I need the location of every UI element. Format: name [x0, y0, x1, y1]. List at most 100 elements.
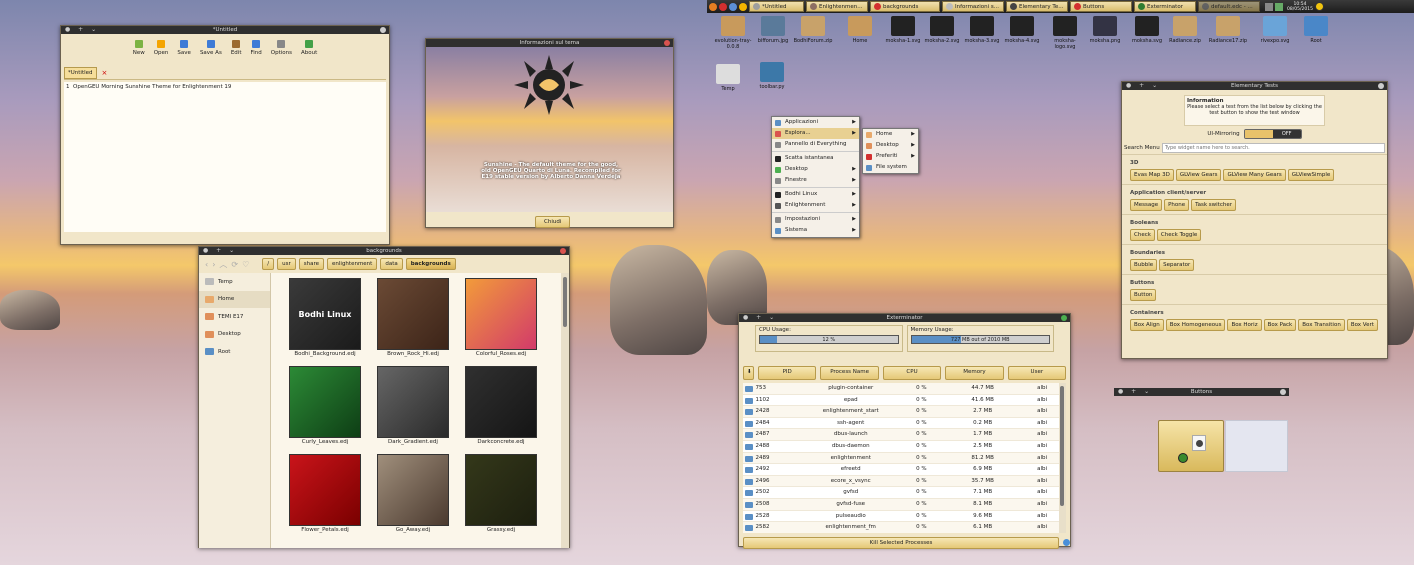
menu-item-sistema[interactable]: Sistema ▶ [772, 225, 859, 236]
submenu-item-preferiti[interactable]: Preferiti ▶ [863, 151, 918, 162]
window-controls[interactable]: ● + ⌄ [743, 314, 777, 322]
browser-icon[interactable] [729, 2, 737, 11]
breadcrumb-usr[interactable]: usr [277, 258, 296, 270]
elementary-titlebar[interactable]: ● + ⌄ Elementary Tests [1122, 82, 1387, 90]
file-manager-titlebar[interactable]: ● + ⌄ backgrounds [199, 247, 569, 255]
process-row[interactable]: 2489 enlightenment 0 % 81.2 MB albi [743, 452, 1059, 465]
close-icon[interactable] [1061, 315, 1067, 321]
desktop-icon[interactable]: Home [840, 16, 880, 44]
toolbar-button-save[interactable]: Save [177, 40, 191, 62]
menu-item-bodhi-linux[interactable]: Bodhi Linux ▶ [772, 189, 859, 200]
desktop-icon[interactable]: moksha-1.svg [883, 16, 923, 44]
toolbar-button-edit[interactable]: Edit [231, 40, 241, 62]
test-button-box-align[interactable]: Box Align [1130, 319, 1164, 331]
close-icon[interactable] [1280, 389, 1286, 395]
close-icon[interactable] [1378, 83, 1384, 89]
close-icon[interactable] [664, 40, 670, 46]
file-item[interactable]: Bodhi Linux Bodhi_Background.edj [281, 278, 369, 366]
task-button[interactable]: Exterminator [1134, 1, 1196, 12]
menu-item-impostazioni[interactable]: Impostazioni ▶ [772, 214, 859, 225]
editor-titlebar[interactable]: ● + ⌄ *Untitled [61, 26, 389, 34]
test-button-task-switcher[interactable]: Task switcher [1191, 199, 1236, 211]
column-header-process-name[interactable]: Process Name [820, 366, 879, 380]
shutdown-icon[interactable] [1314, 2, 1324, 11]
file-item[interactable]: Curly_Leaves.edj [281, 366, 369, 454]
desktop-icon[interactable]: Radiance17.zip [1208, 16, 1248, 44]
breadcrumb-share[interactable]: share [298, 258, 325, 270]
column-header-cpu[interactable]: CPU [882, 366, 942, 380]
desktop-icon[interactable]: moksha-3.svg [962, 16, 1002, 44]
close-icon[interactable] [560, 248, 566, 254]
task-button[interactable]: default.edc - ... [1198, 1, 1260, 12]
window-controls[interactable]: ● + ⌄ [1126, 82, 1160, 90]
submenu-item-file-system[interactable]: File system [863, 162, 918, 173]
back-icon[interactable]: ‹ [205, 260, 208, 269]
process-row[interactable]: 2582 enlightenment_fm 0 % 6.1 MB albi [743, 522, 1059, 533]
test-button-separator[interactable]: Separator [1159, 259, 1195, 271]
toolbar-button-about[interactable]: About [301, 40, 317, 62]
place-desktop[interactable]: Desktop [199, 326, 270, 344]
task-button[interactable]: Enlightenmen... [806, 1, 868, 12]
process-row[interactable]: 2492 efreetd 0 % 6.9 MB albi [743, 464, 1059, 476]
tray-icon[interactable] [1265, 2, 1273, 11]
files-icon[interactable] [739, 2, 747, 11]
test-button-box-horiz[interactable]: Box Horiz [1227, 319, 1262, 331]
desktop-icon[interactable]: rivexpo.svg [1255, 16, 1295, 44]
task-button[interactable]: Buttons [1070, 1, 1132, 12]
window-controls[interactable]: ● + ⌄ [203, 247, 237, 255]
test-button-glview-many-gears[interactable]: GLView Many Gears [1223, 169, 1286, 181]
file-item[interactable]: Dark_Gradient.edj [369, 366, 457, 454]
menu-item-applicazioni[interactable]: Applicazioni ▶ [772, 117, 859, 128]
process-row[interactable]: 2484 ssh-agent 0 % 0.2 MB albi [743, 418, 1059, 430]
desktop-icon[interactable]: Temp [708, 64, 748, 92]
info-icon[interactable] [1063, 539, 1070, 546]
test-button[interactable] [1158, 420, 1224, 472]
desktop-icon[interactable]: bifforum.jpg [753, 16, 793, 44]
file-item[interactable]: Flower_Petals.edj [281, 454, 369, 542]
desktop-icon[interactable]: moksha.png [1085, 16, 1125, 44]
breadcrumb-root[interactable]: / [262, 258, 275, 270]
column-header-pid[interactable]: PID [758, 366, 817, 380]
column-header-user[interactable]: User [1007, 366, 1067, 380]
close-button[interactable]: Chiudi [535, 216, 571, 228]
process-row[interactable]: 2428 enlightenment_start 0 % 2.7 MB albi [743, 406, 1059, 418]
breadcrumb-enlightenment[interactable]: enlightenment [327, 258, 378, 270]
process-row[interactable]: 2508 gvfsd-fuse 0 % 8.1 MB albi [743, 498, 1059, 511]
menu-item-scatta-istantanea[interactable]: Scatta istantanea [772, 153, 859, 164]
theme-info-titlebar[interactable]: Informazioni sul tema [426, 39, 673, 47]
kill-processes-button[interactable]: Kill Selected Processes [743, 537, 1059, 549]
task-button[interactable]: backgrounds [870, 1, 940, 12]
submenu-item-desktop[interactable]: Desktop ▶ [863, 140, 918, 151]
test-button-phone[interactable]: Phone [1164, 199, 1190, 211]
power-icon[interactable] [719, 2, 727, 11]
breadcrumb-backgrounds[interactable]: backgrounds [405, 258, 456, 270]
clock[interactable]: 10:54 08/05/2015 [1287, 2, 1313, 12]
up-icon[interactable]: ︿ [219, 259, 227, 270]
select-all-button[interactable]: ⬇ [743, 366, 754, 380]
test-button-glview-gears[interactable]: GLView Gears [1175, 169, 1222, 181]
exterminator-titlebar[interactable]: ● + ⌄ Exterminator [739, 314, 1070, 322]
desktop-icon[interactable]: toolbar.py [752, 62, 792, 90]
search-input[interactable] [1161, 143, 1385, 153]
desktop-icon[interactable]: moksha-logo.svg [1045, 16, 1085, 50]
scrollbar[interactable] [561, 273, 569, 548]
toolbar-button-new[interactable]: New [133, 40, 145, 62]
test-button-glviewsimple[interactable]: GLViewSimple [1287, 169, 1335, 181]
test-button-evas-map-3d[interactable]: Evas Map 3D [1130, 169, 1174, 181]
test-button-bubble[interactable]: Bubble [1130, 259, 1158, 271]
tab-untitled[interactable]: *Untitled [64, 66, 97, 79]
process-row[interactable]: 2488 dbus-daemon 0 % 2.5 MB albi [743, 441, 1059, 453]
buttons-titlebar[interactable]: ● + ⌄ Buttons [1114, 388, 1289, 396]
menu-item-finestre[interactable]: Finestre ▶ [772, 175, 859, 186]
start-menu-icon[interactable] [709, 2, 717, 11]
test-button-box-transition[interactable]: Box Transition [1298, 319, 1345, 331]
close-icon[interactable] [380, 27, 386, 33]
desktop-icon[interactable]: Radiance.zip [1165, 16, 1205, 44]
toolbar-button-options[interactable]: Options [271, 40, 292, 62]
test-button-check[interactable]: Check [1130, 229, 1155, 241]
process-row[interactable]: 753 plugin-container 0 % 44.7 MB albi [743, 383, 1059, 395]
test-button-box-homogeneous[interactable]: Box Homogeneous [1165, 319, 1226, 331]
desktop-icon[interactable]: moksha.svg [1127, 16, 1167, 44]
test-button-message[interactable]: Message [1130, 199, 1163, 211]
task-button[interactable]: Elementary Te... [1006, 1, 1068, 12]
